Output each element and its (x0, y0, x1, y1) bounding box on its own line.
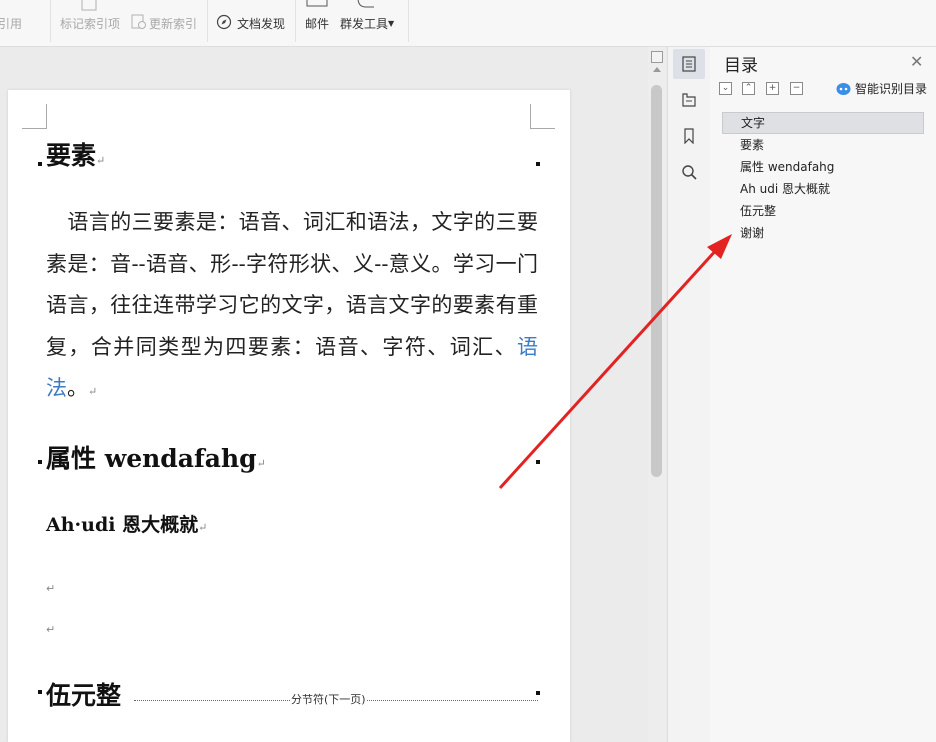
heading-attribute[interactable]: 属性 wendafahg↵ (46, 439, 266, 475)
empty-paragraph-mark: ↵ (46, 582, 56, 595)
split-view-icon[interactable] (651, 51, 663, 63)
heading-marker (38, 460, 42, 464)
promote-level-icon[interactable]: + (766, 82, 779, 95)
margin-corner-mark (22, 104, 47, 129)
heading-marker (38, 690, 42, 694)
toc-panel: 目录 ✕ ⌄ ⌃ + − 智能识别目录 文字 要素 属性 wendafahg A… (710, 47, 936, 742)
heading-marker (536, 162, 540, 166)
scroll-up-icon[interactable] (653, 67, 661, 72)
mark-index-icon (81, 0, 97, 11)
mail-button[interactable]: 邮件 (305, 15, 329, 32)
toc-icon (682, 56, 696, 72)
search-icon (682, 165, 697, 180)
document-page[interactable]: 要素↵ 语言的三要素是：语音、词汇和语法，文字的三要素是：音--语音、形--字符… (8, 90, 570, 742)
update-index-icon (131, 14, 146, 29)
toc-item[interactable]: 谢谢 (722, 222, 924, 244)
scrollbar-thumb[interactable] (651, 85, 662, 477)
ribbon-separator (295, 0, 296, 42)
mass-send-icon (357, 0, 374, 8)
bookmark-icon (684, 128, 694, 144)
heading-ahudi[interactable]: Ah·udi 恩大概就↵ (46, 510, 207, 537)
toc-item[interactable]: 伍元整 (722, 200, 924, 222)
heading-wuyuanzheng[interactable]: 伍元整 (46, 676, 121, 712)
toc-item[interactable]: 文字 (722, 112, 924, 134)
heading-marker (536, 460, 540, 464)
bookmark-pane-button[interactable] (673, 121, 705, 151)
toc-panel-button[interactable] (673, 49, 705, 79)
ribbon-separator (408, 0, 409, 42)
heading-marker (536, 691, 540, 695)
compass-icon (216, 14, 232, 30)
vertical-scrollbar[interactable] (648, 47, 666, 742)
doc-discovery-button[interactable]: 文档发现 (237, 15, 285, 32)
mark-index-entry-button[interactable]: 标记索引项 (60, 15, 120, 32)
ribbon-separator (50, 0, 51, 42)
demote-level-icon[interactable]: − (790, 82, 803, 95)
heading-elements[interactable]: 要素↵ (46, 136, 105, 172)
dropdown-caret-icon: ▼ (388, 19, 395, 28)
heading-marker (38, 162, 42, 166)
ribbon-toolbar: 引用 标记索引项 更新索引 文档发现 邮件 群发工具▼ (0, 0, 936, 47)
section-break-label: 分节符(下一页) (290, 691, 367, 707)
ribbon-separator (207, 0, 208, 42)
mail-icon (306, 0, 328, 7)
update-index-button[interactable]: 更新索引 (149, 15, 197, 32)
expand-all-icon[interactable]: ⌄ (719, 82, 732, 95)
smart-toc-button[interactable]: 智能识别目录 (836, 80, 927, 97)
collapse-all-icon[interactable]: ⌃ (742, 82, 755, 95)
toc-list: 文字 要素 属性 wendafahg Ah udi 恩大概就 伍元整 谢谢 (722, 112, 924, 244)
toc-item[interactable]: 要素 (722, 134, 924, 156)
mass-send-tools-button[interactable]: 群发工具▼ (340, 15, 394, 32)
toc-item[interactable]: Ah udi 恩大概就 (722, 178, 924, 200)
smart-recognition-icon (836, 82, 851, 95)
search-pane-button[interactable] (673, 157, 705, 187)
close-icon[interactable]: ✕ (910, 52, 923, 71)
body-paragraph[interactable]: 语言的三要素是：语音、词汇和语法，文字的三要素是：音--语音、形--字符形状、义… (46, 202, 538, 413)
toc-item[interactable]: 属性 wendafahg (722, 156, 924, 178)
navigation-icon (682, 93, 696, 107)
navigation-pane-button[interactable] (673, 85, 705, 115)
ribbon-citation-button[interactable]: 引用 (0, 15, 22, 32)
empty-paragraph-mark: ↵ (46, 623, 56, 636)
side-panel-icon-bar (667, 47, 711, 742)
toc-title: 目录 (724, 56, 758, 76)
margin-corner-mark (530, 104, 555, 129)
document-canvas: 要素↵ 语言的三要素是：语音、词汇和语法，文字的三要素是：音--语音、形--字符… (0, 47, 648, 742)
